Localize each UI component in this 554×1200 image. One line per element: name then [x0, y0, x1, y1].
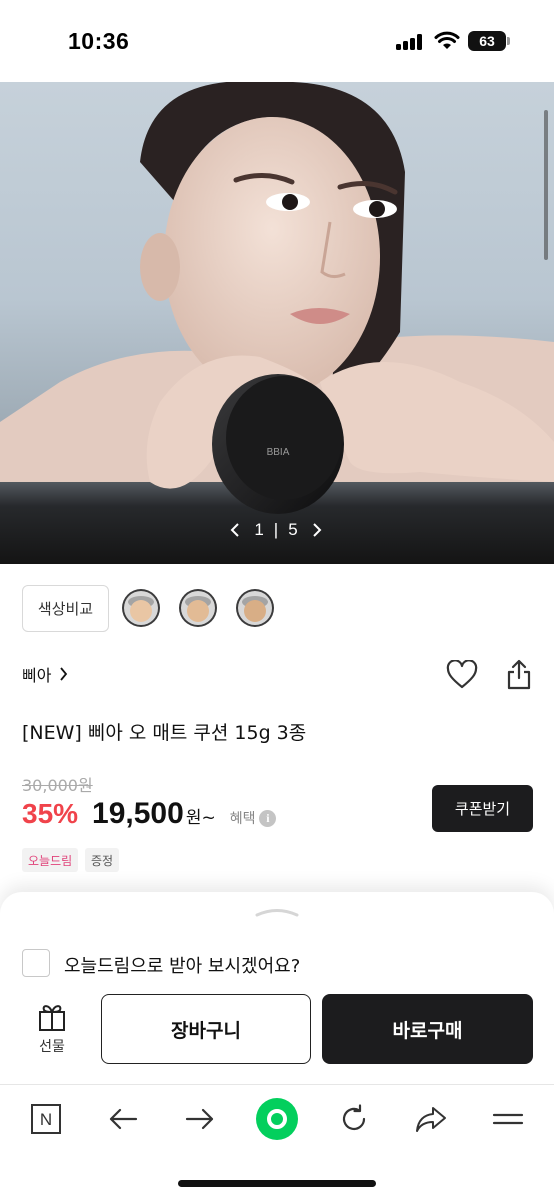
gift-icon [39, 1005, 65, 1031]
cellular-signal-icon [396, 34, 424, 50]
battery-icon: 63 [468, 31, 506, 51]
current-page: 1 [254, 520, 264, 539]
menu-icon [492, 1113, 524, 1125]
price-suffix: 원~ [185, 808, 216, 828]
compact-logo: BBIA [267, 447, 290, 458]
menu-button[interactable] [486, 1097, 530, 1141]
scroll-indicator [544, 110, 548, 260]
discount-rate: 35% [22, 798, 79, 829]
price-row: 35% 19,500 원~ 혜택 i [22, 797, 277, 831]
add-to-cart-button[interactable]: 장바구니 [101, 994, 311, 1064]
model-photo: BBIA [0, 82, 554, 514]
original-price: 30,000원 [22, 776, 93, 795]
brand-name: 삐아 [22, 666, 52, 685]
next-image-button[interactable] [308, 518, 326, 542]
chevron-right-icon [60, 667, 68, 681]
delivery-checkbox[interactable] [22, 949, 50, 977]
status-time: 10:36 [68, 28, 130, 54]
arrow-left-icon [109, 1108, 138, 1130]
cushion-swatch-2[interactable] [178, 588, 218, 628]
benefit-info[interactable]: 혜택 i [230, 808, 277, 828]
product-title: [NEW] 삐아 오 매트 쿠션 15g 3종 [22, 722, 307, 744]
status-bar: 10:36 63 [0, 0, 554, 82]
color-compare-button[interactable]: 색상비교 [22, 585, 109, 632]
battery-tip [507, 37, 510, 45]
buy-now-button[interactable]: 바로구매 [322, 994, 533, 1064]
sale-price: 19,500 [92, 797, 184, 830]
share-arrow-icon [416, 1107, 446, 1132]
info-icon: i [259, 809, 277, 827]
heart-icon[interactable] [446, 660, 478, 690]
coupon-button[interactable]: 쿠폰받기 [432, 785, 533, 832]
tag-gift-included: 증정 [85, 848, 120, 872]
wifi-icon [434, 31, 460, 49]
tag-today-dream: 오늘드림 [22, 848, 79, 872]
image-pager: 1 | 5 [226, 516, 326, 544]
benefit-label: 혜택 [229, 811, 256, 827]
share-icon[interactable] [505, 658, 533, 690]
delivery-checkbox-label[interactable]: 오늘드림으로 받아 보시겠어요? [64, 952, 300, 978]
forward-button[interactable] [178, 1097, 222, 1141]
refresh-icon [342, 1104, 366, 1131]
chevron-left-icon [230, 523, 239, 537]
cushion-swatch-3[interactable] [235, 588, 275, 628]
home-indicator [178, 1180, 376, 1187]
total-pages: 5 [288, 520, 298, 539]
naver-home-letter: N [40, 1110, 52, 1129]
cushion-swatch-1[interactable] [121, 588, 161, 628]
naver-home-button[interactable]: N [24, 1097, 68, 1141]
purchase-sheet: 오늘드림으로 받아 보시겠어요? 선물 장바구니 바로구매 [0, 892, 554, 1084]
green-dot-icon [256, 1098, 298, 1140]
naver-home-icon: N [31, 1104, 61, 1134]
share-page-button[interactable] [409, 1097, 453, 1141]
sheet-handle-icon[interactable] [254, 906, 300, 918]
prev-image-button[interactable] [226, 518, 244, 542]
gift-button[interactable]: 선물 [24, 1002, 80, 1066]
arrow-right-icon [185, 1108, 214, 1130]
product-hero-image[interactable]: BBIA 1 | 5 [0, 82, 554, 564]
back-button[interactable] [101, 1097, 145, 1141]
brand-link[interactable]: 삐아 [22, 662, 68, 686]
page-separator: | [273, 520, 279, 539]
naver-green-dot-button[interactable] [255, 1097, 299, 1141]
gift-label: 선물 [39, 1039, 65, 1055]
refresh-button[interactable] [332, 1097, 376, 1141]
chevron-right-icon [313, 523, 322, 537]
